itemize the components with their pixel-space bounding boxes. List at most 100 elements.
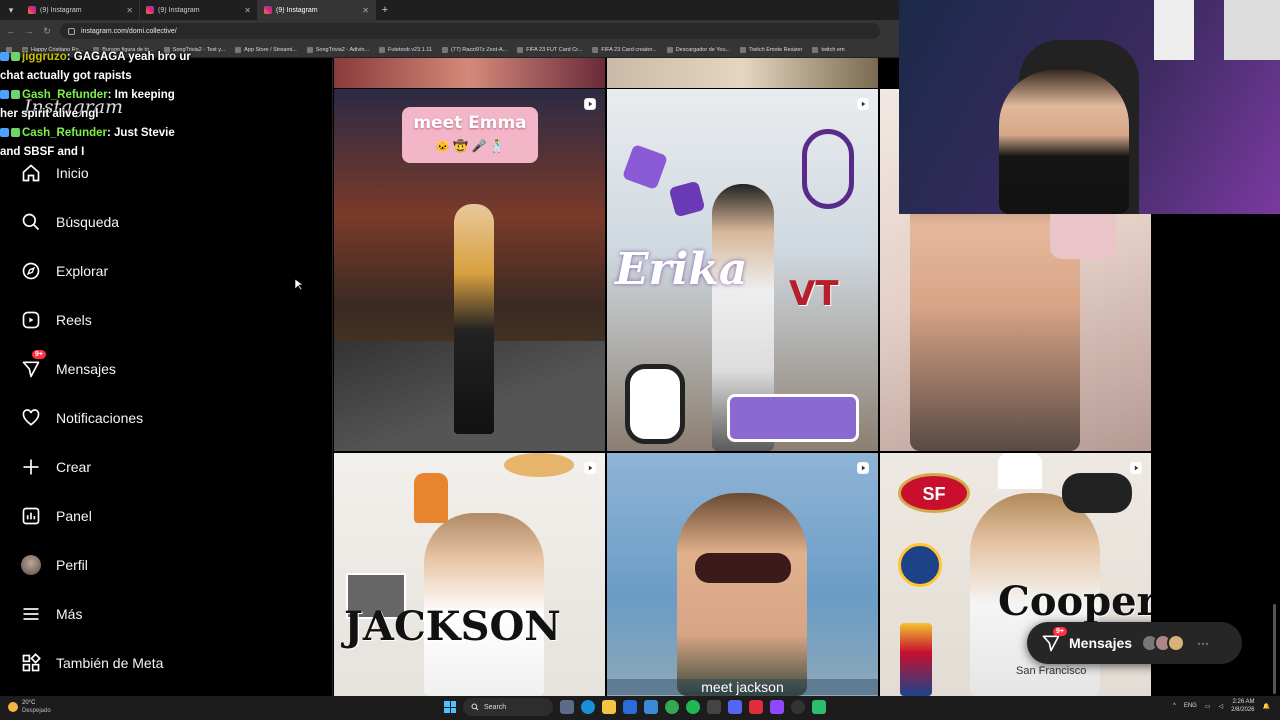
twitch-icon[interactable] <box>770 700 784 714</box>
bookmark[interactable]: Futetoob v23.1.11 <box>379 46 432 53</box>
browser-tab-active[interactable]: (9) Instagram ✕ <box>258 0 376 20</box>
bookmark-label: SongTrivia2 - Adivin... <box>315 46 370 53</box>
sidebar-item-tambien-de-meta[interactable]: También de Meta <box>20 646 310 680</box>
new-tab-plus-icon[interactable]: + <box>376 4 394 16</box>
sidebar-item-mensajes[interactable]: 9+ Mensajes <box>20 350 310 386</box>
reload-icon[interactable]: ↻ <box>42 26 52 37</box>
sidebar-item-label: Notificaciones <box>56 410 144 426</box>
bookmark-label: (77) Razzi97z Zest-A... <box>450 46 508 53</box>
volume-icon[interactable]: ◁ <box>1219 703 1224 710</box>
sidebar-item-crear[interactable]: Crear <box>20 450 310 484</box>
messages-pill-button[interactable]: 9+ Mensajes ··· <box>1027 622 1242 664</box>
post-thumbnail-erika[interactable]: Erika VT <box>607 89 878 451</box>
app-icon[interactable] <box>707 700 721 714</box>
avatar <box>1167 634 1186 652</box>
tab-close-icon[interactable]: ✕ <box>244 6 251 15</box>
network-icon[interactable]: ▭ <box>1205 703 1211 710</box>
weather-widget[interactable]: 20°C Despejado <box>8 699 51 715</box>
taskbar-apps: Search <box>444 698 826 716</box>
clock[interactable]: 2:26 AM 2/8/2026 <box>1231 698 1254 714</box>
more-options-icon[interactable]: ··· <box>1197 636 1209 650</box>
post-caption: meet jackson <box>607 679 878 695</box>
mail-icon[interactable] <box>644 700 658 714</box>
post-thumbnail-emma[interactable]: meet Emma 🐱 🤠 🎤 🕺 <box>334 89 605 451</box>
site-info-icon[interactable] <box>68 27 75 35</box>
chart-icon <box>20 505 42 527</box>
post-thumbnail[interactable] <box>607 58 878 88</box>
lego-sticker <box>900 623 932 696</box>
obs-icon[interactable] <box>791 700 805 714</box>
bookmark[interactable]: SongTrivia2 - Adivin... <box>306 46 370 53</box>
chat-text: : Just Stevie <box>107 127 175 139</box>
lang-indicator[interactable]: ENG <box>1184 703 1197 709</box>
reel-icon <box>584 462 596 474</box>
sidebar-item-explorar[interactable]: Explorar <box>20 254 310 288</box>
bookmark[interactable]: FIFA 23 FUT Card Cr... <box>517 46 583 53</box>
sidebar-item-notificaciones[interactable]: Notificaciones <box>20 401 310 435</box>
bookmark[interactable]: Twitch Emote Resizer <box>740 46 803 53</box>
forward-arrow-icon[interactable]: → <box>24 26 34 36</box>
chrome-icon[interactable] <box>665 700 679 714</box>
bookmark[interactable]: FIFA 23 Card creator... <box>592 46 657 53</box>
post-thumbnail[interactable] <box>334 58 605 88</box>
back-arrow-icon[interactable]: ← <box>6 26 16 36</box>
bookmark[interactable]: (77) Razzi97z Zest-A... <box>441 46 508 53</box>
bookmark-label: FIFA 23 FUT Card Cr... <box>526 46 583 53</box>
chat-text-cont: and SBSF and I <box>0 146 85 158</box>
notifications-bell-icon[interactable]: 🔔 <box>1263 703 1270 710</box>
menu-icon <box>20 603 42 625</box>
bookmark[interactable]: App Store / Streami... <box>235 46 297 53</box>
sidebar-item-mas[interactable]: Más <box>20 597 310 631</box>
taskbar-search[interactable]: Search <box>463 698 553 716</box>
sidebar-item-label: Mensajes <box>56 361 116 377</box>
app-icon[interactable] <box>812 700 826 714</box>
bookmark-label: Twitch Emote Resizer <box>749 46 803 53</box>
chat-message: Cash_Refunder: Just Stevie and SBSF and … <box>0 124 220 162</box>
tab-close-icon[interactable]: ✕ <box>126 6 133 15</box>
compass-icon <box>20 260 42 282</box>
browser-tab[interactable]: (9) Instagram ✕ <box>22 0 140 20</box>
sidebar-item-panel[interactable]: Panel <box>20 499 310 533</box>
messages-pill-label: Mensajes <box>1069 635 1133 651</box>
post-caption: JACKSON <box>344 603 561 650</box>
windows-start-icon[interactable] <box>444 701 456 713</box>
sidebar-item-label: Inicio <box>56 165 89 181</box>
search-icon <box>20 211 42 233</box>
chat-text-cont: chat actually got rapists <box>0 70 132 82</box>
discord-icon[interactable] <box>728 700 742 714</box>
sidebar-item-label: Reels <box>56 312 92 328</box>
sunglasses <box>695 553 791 583</box>
edge-icon[interactable] <box>581 700 595 714</box>
messenger-icon: 9+ <box>20 350 46 380</box>
chat-text-cont: her spirit alive ngl <box>0 108 99 120</box>
bookmark[interactable]: twitch em <box>812 46 845 53</box>
sidebar-item-label: Explorar <box>56 263 109 279</box>
streamer-webcam <box>899 0 1280 214</box>
bookmark[interactable]: Descargador de You... <box>666 46 730 53</box>
music-icon[interactable] <box>749 700 763 714</box>
tab-close-icon[interactable]: ✕ <box>362 6 369 15</box>
post-thumbnail-jackson[interactable]: JACKSON <box>334 453 605 696</box>
task-view-icon[interactable] <box>560 700 574 714</box>
spotify-icon[interactable] <box>686 700 700 714</box>
sidebar-item-perfil[interactable]: Perfil <box>20 548 310 582</box>
chat-message: jiggruzo: GAGAGA yeah bro ur chat actual… <box>0 48 220 86</box>
sidebar-item-label: Panel <box>56 508 92 524</box>
screen: ▾ (9) Instagram ✕ (9) Instagram ✕ (9) In… <box>0 0 1280 720</box>
temperature: 20°C <box>22 700 36 706</box>
scrollbar[interactable] <box>1273 604 1276 694</box>
sidebar-item-busqueda[interactable]: Búsqueda <box>20 205 310 239</box>
store-icon[interactable] <box>623 700 637 714</box>
post-thumbnail-meet-jackson[interactable]: meet jackson <box>607 453 878 696</box>
tab-search-icon[interactable]: ▾ <box>0 0 22 20</box>
stream-chat-overlay: jiggruzo: GAGAGA yeah bro ur chat actual… <box>0 48 220 162</box>
plus-icon <box>20 456 42 478</box>
sidebar-item-reels[interactable]: Reels <box>20 303 310 337</box>
address-bar-row: ← → ↻ instagram.com/domi.collective/ <box>0 20 900 42</box>
search-icon <box>471 703 479 711</box>
windows-taskbar: 20°C Despejado Search ^ ENG ▭ ◁ 2:26 AM … <box>0 696 1280 720</box>
browser-tab[interactable]: (9) Instagram ✕ <box>140 0 258 20</box>
chevron-up-icon[interactable]: ^ <box>1173 703 1176 709</box>
file-explorer-icon[interactable] <box>602 700 616 714</box>
url-field[interactable]: instagram.com/domi.collective/ <box>60 23 880 39</box>
